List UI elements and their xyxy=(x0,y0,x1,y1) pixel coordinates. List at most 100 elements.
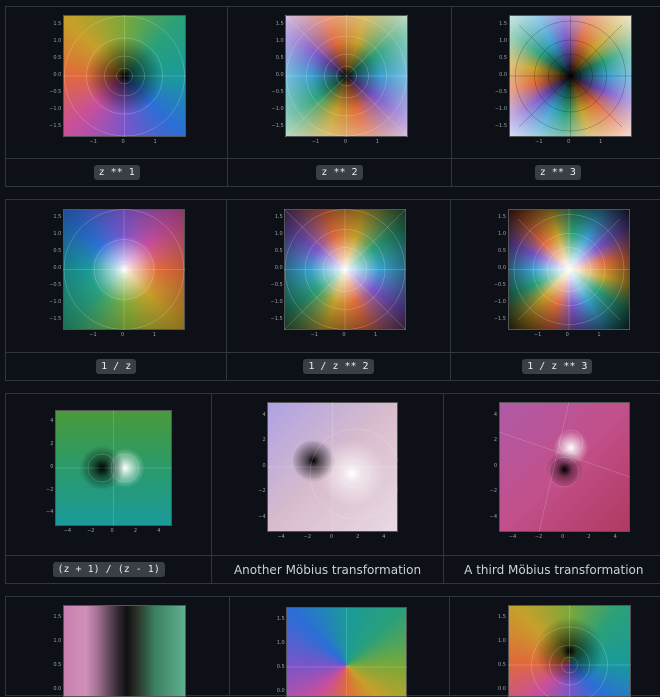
x-tick-label: 0 xyxy=(561,534,565,540)
y-tick-label: 0 xyxy=(262,462,266,469)
x-tick-label: −4 xyxy=(63,528,72,534)
x-tick-label: 1 xyxy=(599,139,603,145)
y-tick-label: 0.5 xyxy=(275,54,284,61)
y-tick-label: −2 xyxy=(489,488,497,495)
y-tick-label: −0.5 xyxy=(49,282,62,289)
y-tick-label: −1.0 xyxy=(493,299,506,306)
y-tick-label: 0.5 xyxy=(498,248,506,255)
gallery-cell[interactable]: 1.5 1.0 0.5 0.0 xyxy=(450,597,660,697)
caption-code: z ** 2 xyxy=(316,165,363,180)
y-tick-label: 1.0 xyxy=(53,231,62,238)
y-tick-label: −2 xyxy=(46,486,54,493)
x-tick-label: 1 xyxy=(375,139,379,145)
x-tick-label: 2 xyxy=(587,534,591,540)
y-tick-label: 4 xyxy=(50,418,54,425)
x-tick-label: 0 xyxy=(121,139,125,145)
x-tick-label: −2 xyxy=(303,534,312,540)
y-tick-label: −1.5 xyxy=(49,316,62,323)
y-tick-label: 1.5 xyxy=(276,615,285,622)
gallery-cell[interactable]: 4 2 0 −2 −4 −4 −2 0 2 4 Another Möbius transforma… xyxy=(212,394,444,583)
x-tick-label: −1 xyxy=(89,332,97,338)
x-tick-label: −4 xyxy=(508,534,517,540)
caption-code: z ** 3 xyxy=(534,165,581,180)
y-tick-label: −1.5 xyxy=(270,316,283,323)
gallery-cell[interactable]: 1.5 1.0 0.5 0.0 −0.5 −1.0 −1.5 −1 0 1 z ** 1 xyxy=(6,7,229,186)
gallery-cell[interactable]: 4 2 0 −2 −4 −4 −2 0 2 4 A third Möbius transforma… xyxy=(443,394,660,583)
gallery-cell[interactable]: 1.5 1.0 0.5 0.0 xyxy=(230,597,450,697)
x-tick-label: 4 xyxy=(382,534,386,540)
x-tick-label: −4 xyxy=(277,534,285,540)
y-tick-label: −0.5 xyxy=(493,282,506,289)
x-tick-label: −1 xyxy=(533,332,542,338)
y-tick-label: −0.5 xyxy=(49,88,62,95)
gallery-row-1: 1.5 1.0 0.5 0.0 −0.5 −1.0 −1.5 −1 0 1 z ** 1 1.5 1… xyxy=(5,6,660,187)
y-tick-label: 1.5 xyxy=(274,214,283,221)
y-tick-label: 0.5 xyxy=(274,248,283,255)
y-tick-label: 0.5 xyxy=(498,661,506,668)
y-tick-label: 1.0 xyxy=(275,37,284,44)
y-tick-label: 0.0 xyxy=(275,71,284,78)
caption-code: (z + 1) / (z - 1) xyxy=(52,562,165,577)
x-tick-label: 1 xyxy=(152,332,156,338)
plot-mobius-1 xyxy=(55,410,172,526)
y-tick-label: 0.0 xyxy=(498,685,506,692)
y-tick-label: 0.0 xyxy=(274,265,283,272)
gallery-cell[interactable]: 4 2 0 −2 −4 −4 −2 0 2 4 (z + 1) / (z - 1) xyxy=(6,394,213,583)
y-tick-label: 0.5 xyxy=(276,663,285,670)
y-tick-label: 0.0 xyxy=(53,71,62,78)
x-tick-label: 0 xyxy=(342,332,346,338)
gallery-cell[interactable]: 1.5 1.0 0.5 0.0 −0.5 −1.0 −1.5 −1 0 1 z ** 3 xyxy=(451,7,660,186)
x-tick-label: 0 xyxy=(110,528,114,534)
caption-text: Another Möbius transformation xyxy=(233,562,422,577)
x-tick-label: 0 xyxy=(329,534,334,540)
x-tick-label: 0 xyxy=(567,139,571,145)
y-tick-label: 4 xyxy=(262,411,266,418)
x-tick-label: 0 xyxy=(343,139,348,145)
plot-z-pow-3 xyxy=(508,15,632,137)
x-tick-label: 1 xyxy=(597,332,601,338)
y-tick-label: −1.0 xyxy=(271,105,284,112)
x-tick-label: 4 xyxy=(613,534,617,540)
caption-code: 1 / z ** 2 xyxy=(303,359,374,374)
x-tick-label: −1 xyxy=(89,139,97,145)
caption: 1 / z xyxy=(6,353,226,380)
gallery-cell[interactable]: 1.5 1.0 0.5 0.0 −0.5 −1.0 −1.5 −1 0 1 1 / z ** 3 xyxy=(450,200,660,380)
y-tick-label: 0.0 xyxy=(276,687,285,694)
y-tick-label: 1.0 xyxy=(274,231,283,238)
caption: z ** 1 xyxy=(6,159,227,186)
gallery-cell[interactable]: 1.5 1.0 0.5 0.0 −0.5 −1.0 −1.5 −1 0 1 z ** 2 xyxy=(228,7,452,186)
caption-code: 1 / z xyxy=(96,359,137,374)
x-tick-label: 4 xyxy=(157,528,161,534)
y-tick-label: −2 xyxy=(258,488,266,495)
y-tick-label: 1.0 xyxy=(498,637,506,644)
y-tick-label: 2 xyxy=(262,437,266,444)
y-tick-label: 0.0 xyxy=(53,265,62,272)
x-tick-label: −2 xyxy=(87,528,95,534)
gallery-cell[interactable]: 1.5 1.0 0.5 0.0 −0.5 −1.0 −1.5 −1 0 1 1 / z ** 2 xyxy=(227,200,451,380)
plot-1-over-z-pow-3 xyxy=(507,209,630,330)
caption: A third Möbius transformation xyxy=(444,556,660,583)
y-tick-label: −1.0 xyxy=(49,105,62,112)
y-tick-label: 1.5 xyxy=(53,214,62,221)
caption-text: A third Möbius transformation xyxy=(464,562,644,577)
plot-row4-1 xyxy=(63,605,186,697)
y-tick-label: 0.0 xyxy=(498,265,506,272)
y-tick-label: −1.0 xyxy=(270,299,283,306)
y-tick-label: −1.0 xyxy=(494,105,508,112)
caption-code: 1 / z ** 3 xyxy=(522,359,593,374)
caption: 1 / z ** 2 xyxy=(227,353,449,380)
y-tick-label: 1.0 xyxy=(53,637,62,644)
gallery-row-4: 1.5 1.0 0.5 0.0 1.5 1.0 0.5 0.0 1.5 1.0 0.5 0.0 xyxy=(5,596,660,697)
y-tick-label: 0.5 xyxy=(499,54,508,61)
x-tick-label: 1 xyxy=(153,139,157,145)
y-tick-label: −0.5 xyxy=(494,88,508,95)
caption-code: z ** 1 xyxy=(93,165,140,180)
y-tick-label: 0 xyxy=(493,462,497,469)
x-tick-label: 1 xyxy=(374,332,378,338)
gallery-cell[interactable]: 1.5 1.0 0.5 0.0 −0.5 −1.0 −1.5 −1 0 1 1 / z xyxy=(6,200,228,380)
gallery-cell[interactable]: 1.5 1.0 0.5 0.0 xyxy=(6,597,231,697)
y-tick-label: −0.5 xyxy=(271,88,284,95)
y-tick-label: −4 xyxy=(489,513,497,520)
y-tick-label: −1.5 xyxy=(494,123,508,130)
y-tick-label: 1.0 xyxy=(276,639,285,646)
